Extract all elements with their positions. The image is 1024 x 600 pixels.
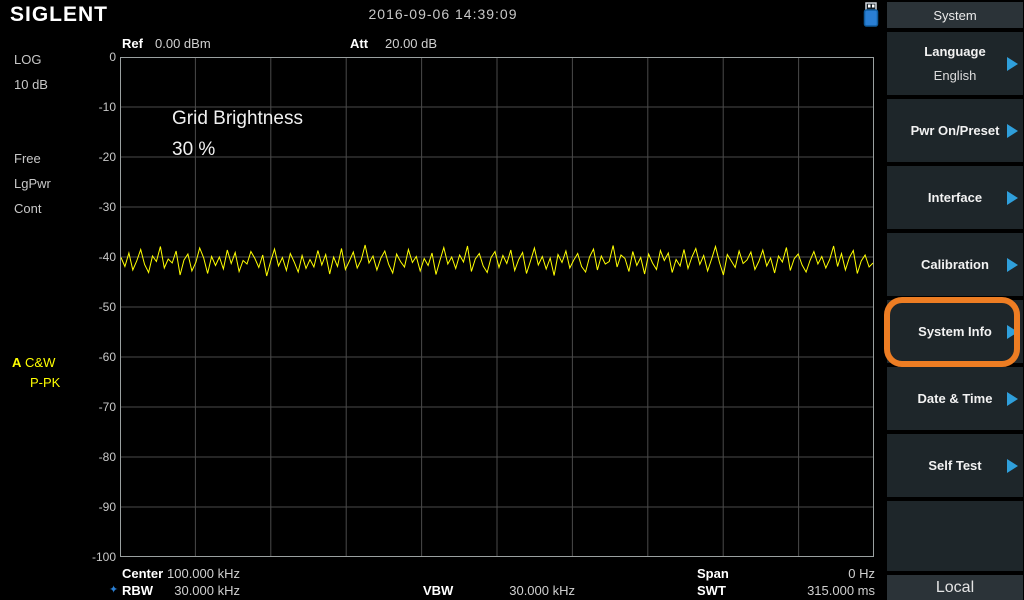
menu-item-interface[interactable]: Interface — [887, 166, 1023, 229]
local-button[interactable]: Local — [887, 575, 1023, 600]
menu-item-date-time[interactable]: Date & Time — [887, 367, 1023, 430]
vbw-label: VBW — [423, 583, 453, 598]
menu-item-label: Language — [924, 44, 985, 59]
y-tick-label: -30 — [58, 200, 116, 214]
y-tick-label: -60 — [58, 350, 116, 364]
arrow-right-icon — [1007, 191, 1018, 205]
arrow-right-icon — [1007, 57, 1018, 71]
menu-item-language[interactable]: Language English — [887, 32, 1023, 95]
menu-item-pwr-on-preset[interactable]: Pwr On/Preset — [887, 99, 1023, 162]
grid-brightness-popup: Grid Brightness 30 % — [172, 103, 303, 165]
y-tick-label: -70 — [58, 400, 116, 414]
trace-a-detector-label: P-PK — [30, 375, 60, 390]
menu-item-blank — [887, 501, 1023, 571]
y-tick-label: -40 — [58, 250, 116, 264]
usb-device-icon — [860, 2, 882, 33]
span-value: 0 Hz — [770, 566, 875, 581]
rbw-value: 30.000 kHz — [150, 583, 240, 598]
datetime-display: 2016-09-06 14:39:09 — [0, 6, 886, 22]
menu-item-label: Date & Time — [918, 391, 993, 406]
y-tick-label: -50 — [58, 300, 116, 314]
y-tick-label: -10 — [58, 100, 116, 114]
center-freq-value: 100.000 kHz — [150, 566, 240, 581]
menu-item-label: Calibration — [921, 257, 989, 272]
popup-parameter-value: 30 % — [172, 134, 303, 165]
menu-item-sublabel: English — [934, 68, 977, 83]
vbw-value: 30.000 kHz — [480, 583, 575, 598]
menu-item-label: Self Test — [928, 458, 981, 473]
arrow-right-icon — [1007, 124, 1018, 138]
trace-a-label: A C&W — [12, 355, 55, 370]
menu-item-label: Interface — [928, 190, 982, 205]
menu-title: System — [887, 2, 1023, 28]
arrow-right-icon — [1007, 392, 1018, 406]
arrow-right-icon — [1007, 258, 1018, 272]
trigger-mode-label: Free — [14, 151, 41, 166]
amplitude-scale-type: LOG — [14, 52, 41, 67]
amplitude-scale-per-div: 10 dB — [14, 77, 48, 92]
y-tick-label: -90 — [58, 500, 116, 514]
marker-diamond-icon: ✦ — [109, 583, 118, 596]
menu-item-calibration[interactable]: Calibration — [887, 233, 1023, 296]
rbw-label: RBW — [122, 583, 153, 598]
popup-parameter-name: Grid Brightness — [172, 103, 303, 134]
y-tick-label: 0 — [58, 50, 116, 64]
menu-item-system-info[interactable]: System Info — [887, 300, 1023, 363]
y-tick-label: -80 — [58, 450, 116, 464]
attenuation-value: 20.00 dB — [385, 36, 437, 51]
attenuation-label: Att — [350, 36, 368, 51]
swt-value: 315.000 ms — [770, 583, 875, 598]
sweep-mode-label: Cont — [14, 201, 41, 216]
menu-item-label: System Info — [918, 324, 992, 339]
menu-item-label: Pwr On/Preset — [911, 123, 1000, 138]
y-tick-label: -20 — [58, 150, 116, 164]
ref-level-label: Ref — [122, 36, 143, 51]
arrow-right-icon — [1007, 325, 1018, 339]
ref-level-value: 0.00 dBm — [155, 36, 211, 51]
power-mode-label: LgPwr — [14, 176, 51, 191]
span-label: Span — [697, 566, 729, 581]
arrow-right-icon — [1007, 459, 1018, 473]
y-tick-label: -100 — [58, 550, 116, 564]
menu-item-self-test[interactable]: Self Test — [887, 434, 1023, 497]
swt-label: SWT — [697, 583, 726, 598]
